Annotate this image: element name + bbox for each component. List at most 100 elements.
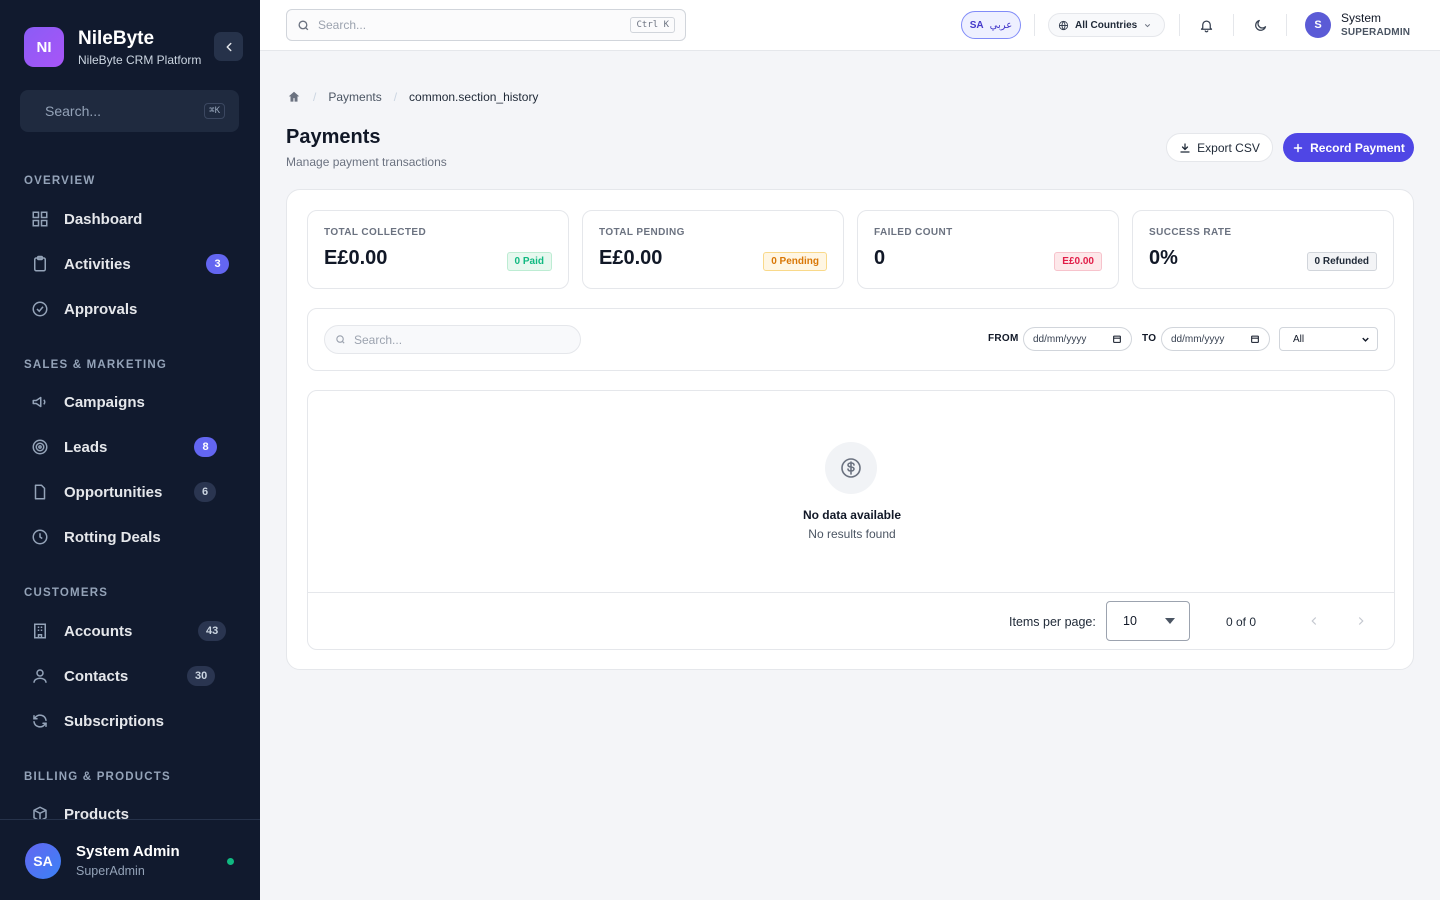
page-title: Payments [286, 126, 381, 148]
export-csv-label: Export CSV [1197, 140, 1260, 155]
contacts-count-badge: 30 [187, 666, 216, 686]
sidebar-search-placeholder: Search... [45, 103, 102, 119]
status-filter-select[interactable]: All [1279, 327, 1378, 351]
file-icon [30, 482, 50, 502]
previous-page-button[interactable] [1304, 611, 1324, 631]
stat-value: E£0.00 [599, 247, 663, 269]
brand-subtitle: NileByte CRM Platform [78, 52, 202, 67]
section-title-billing-products: BILLING & PRODUCTS [24, 771, 171, 783]
sidebar-user-panel[interactable]: SA System Admin SuperAdmin [0, 819, 260, 900]
sidebar-user-role: SuperAdmin [76, 864, 145, 878]
sidebar-item-activities[interactable]: Activities 3 [30, 249, 230, 279]
dollar-circle-icon [841, 458, 861, 478]
sidebar-search-shortcut: ⌘K [204, 103, 225, 119]
sidebar-item-accounts[interactable]: Accounts 43 [30, 616, 230, 646]
refresh-icon [30, 711, 50, 731]
home-icon[interactable] [287, 90, 301, 104]
breadcrumb-separator: / [393, 90, 398, 104]
chevron-down-icon [1362, 337, 1369, 342]
country-selector-label: All Countries [1075, 19, 1138, 31]
payments-search-placeholder: Search... [354, 332, 403, 347]
to-date-input[interactable]: dd/mm/yyyy [1161, 327, 1270, 351]
language-code: SA [969, 19, 984, 31]
building-icon [30, 621, 50, 641]
sidebar-item-label: Subscriptions [64, 712, 165, 730]
payments-search-input[interactable]: Search... [324, 325, 581, 354]
topbar: Search... Ctrl K SA عربي All Countries S… [260, 0, 1440, 51]
stat-label: SUCCESS RATE [1149, 227, 1232, 238]
sidebar-item-label: Dashboard [64, 210, 143, 228]
sidebar: NI NileByte NileByte CRM Platform Search… [0, 0, 260, 900]
sidebar-item-rotting-deals[interactable]: Rotting Deals [30, 522, 230, 552]
moon-icon [1254, 19, 1266, 31]
stat-card-total-collected: TOTAL COLLECTED E£0.00 0 Paid [307, 210, 569, 289]
sidebar-item-approvals[interactable]: Approvals [30, 294, 230, 324]
items-per-page-select[interactable]: 10 [1106, 601, 1190, 641]
sidebar-item-label: Campaigns [64, 393, 145, 411]
megaphone-icon [30, 392, 50, 412]
user-icon [30, 666, 50, 686]
check-circle-icon [30, 299, 50, 319]
chevron-left-icon [226, 42, 231, 51]
empty-state-icon [825, 442, 877, 494]
pagination-range: 0 of 0 [1226, 615, 1257, 629]
globe-icon [1058, 20, 1069, 30]
search-icon [336, 335, 345, 344]
filter-bar: Search... FROM dd/mm/yyyy TO dd/mm/yyyy … [307, 308, 1395, 371]
sidebar-item-opportunities[interactable]: Opportunities 6 [30, 477, 230, 507]
stat-label: FAILED COUNT [874, 227, 953, 238]
from-date-label: FROM [988, 333, 1019, 344]
grid-icon [30, 209, 50, 229]
stat-value: 0% [1149, 247, 1178, 269]
export-csv-button[interactable]: Export CSV [1166, 133, 1273, 162]
language-label: عربي [989, 19, 1013, 31]
collapse-sidebar-button[interactable] [214, 32, 243, 61]
calendar-icon[interactable] [1250, 334, 1260, 344]
chevron-down-icon [1145, 23, 1151, 27]
stat-card-success-rate: SUCCESS RATE 0% 0 Refunded [1132, 210, 1394, 289]
notifications-button[interactable] [1197, 16, 1215, 34]
language-switch-button[interactable]: SA عربي [961, 11, 1021, 39]
empty-state-subtitle: No results found [808, 527, 896, 541]
sidebar-user-name: System Admin [76, 843, 180, 860]
stat-label: TOTAL COLLECTED [324, 227, 427, 238]
sidebar-search[interactable]: Search... ⌘K [20, 90, 239, 132]
from-date-input[interactable]: dd/mm/yyyy [1023, 327, 1132, 351]
country-selector[interactable]: All Countries [1048, 13, 1165, 37]
sidebar-item-label: Approvals [64, 300, 138, 318]
chevron-right-icon [1358, 617, 1364, 625]
sidebar-item-leads[interactable]: Leads 8 [30, 432, 230, 462]
to-date-label: TO [1142, 333, 1157, 344]
divider [1233, 14, 1234, 36]
items-per-page-value: 10 [1123, 614, 1137, 628]
stat-value: 0 [874, 247, 886, 269]
divider [1034, 14, 1035, 36]
sidebar-item-dashboard[interactable]: Dashboard [30, 204, 230, 234]
brand-logo: NI [24, 27, 64, 67]
caret-down-icon [1165, 618, 1175, 624]
sidebar-item-subscriptions[interactable]: Subscriptions [30, 706, 230, 736]
global-search-placeholder: Search... [318, 18, 367, 32]
sidebar-item-contacts[interactable]: Contacts 30 [30, 661, 230, 691]
record-payment-button[interactable]: Record Payment [1283, 133, 1414, 162]
download-icon [1180, 142, 1190, 153]
global-search-input[interactable]: Search... Ctrl K [286, 9, 686, 41]
target-icon [30, 437, 50, 457]
breadcrumb-current: common.section_history [409, 90, 539, 104]
divider [1286, 14, 1287, 36]
accounts-count-badge: 43 [198, 621, 227, 641]
calendar-icon[interactable] [1112, 334, 1122, 344]
status-filter-value: All [1293, 333, 1305, 345]
page-subtitle: Manage payment transactions [286, 155, 447, 169]
stat-card-total-pending: TOTAL PENDING E£0.00 0 Pending [582, 210, 844, 289]
stat-value: E£0.00 [324, 247, 388, 269]
next-page-button[interactable] [1351, 611, 1371, 631]
avatar: SA [25, 843, 61, 879]
breadcrumb-link-payments[interactable]: Payments [328, 90, 381, 104]
sidebar-item-campaigns[interactable]: Campaigns [30, 387, 230, 417]
avatar[interactable]: S [1305, 12, 1331, 38]
status-badge: E£0.00 [1054, 252, 1102, 271]
theme-toggle-button[interactable] [1251, 16, 1269, 34]
brand[interactable]: NI NileByte NileByte CRM Platform [24, 27, 201, 67]
topbar-user-name[interactable]: System [1341, 11, 1381, 25]
